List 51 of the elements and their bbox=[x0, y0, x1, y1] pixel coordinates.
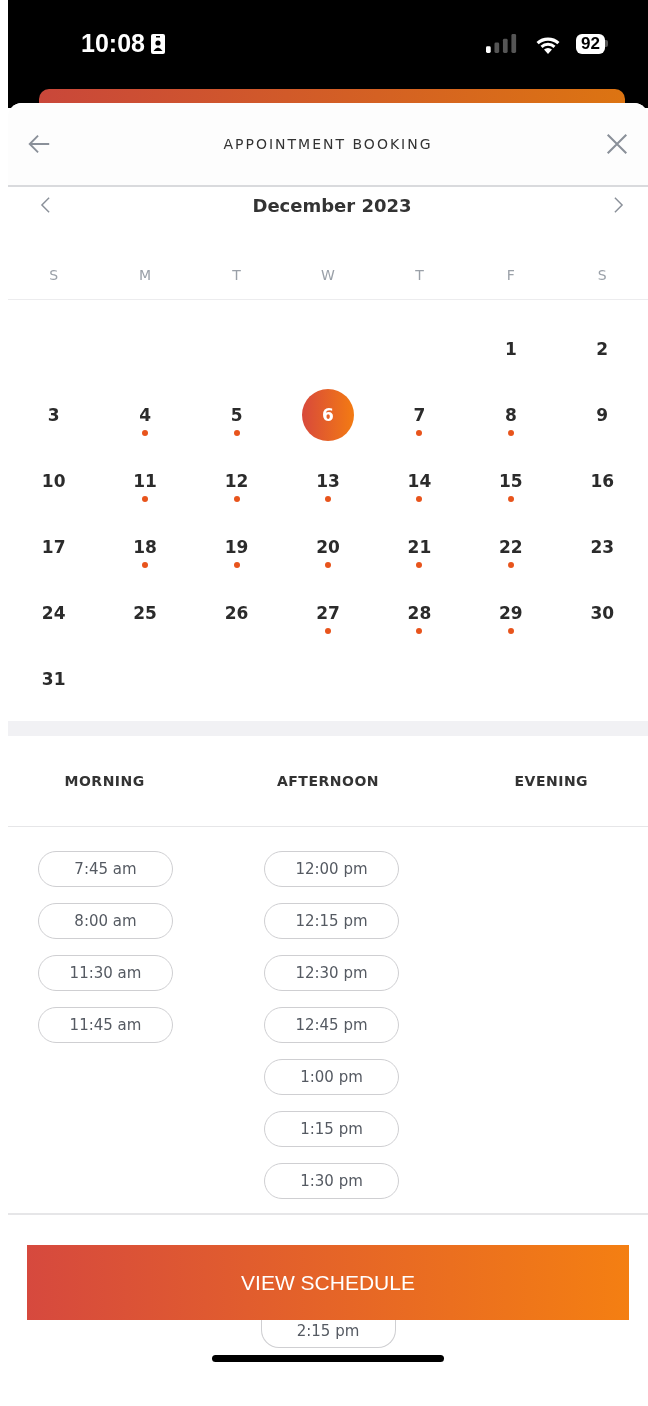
sheet-title: APPOINTMENT BOOKING bbox=[223, 136, 433, 152]
weekday-label: W bbox=[321, 267, 335, 283]
weekday-label: S bbox=[49, 267, 59, 283]
date-cell[interactable]: 11 bbox=[119, 455, 172, 507]
date-cell[interactable]: 27 bbox=[302, 587, 354, 639]
view-schedule-button[interactable]: VIEW SCHEDULE bbox=[27, 1245, 629, 1320]
weekday-label: T bbox=[415, 267, 424, 283]
date-cell[interactable]: 22 bbox=[484, 521, 537, 573]
date-cell[interactable]: 19 bbox=[210, 521, 263, 573]
weekday-label: F bbox=[506, 267, 515, 283]
date-cell[interactable]: 9 bbox=[576, 389, 629, 441]
date-cell[interactable]: 7 bbox=[393, 389, 446, 441]
date-cell[interactable]: 5 bbox=[210, 389, 263, 441]
clock-time: 10:08 bbox=[81, 29, 145, 59]
signal-icon bbox=[486, 34, 519, 54]
id-badge-icon bbox=[150, 33, 165, 54]
month-label: December 2023 bbox=[252, 194, 412, 216]
previous-month-icon[interactable] bbox=[40, 196, 51, 214]
date-cell[interactable]: 4 bbox=[119, 389, 172, 441]
date-cell[interactable]: 18 bbox=[119, 521, 172, 573]
date-cell[interactable]: 25 bbox=[119, 587, 172, 639]
period-tab[interactable]: EVENING bbox=[508, 767, 595, 795]
weekday-label: S bbox=[597, 267, 607, 283]
date-cell[interactable]: 15 bbox=[484, 455, 537, 507]
date-cell[interactable]: 16 bbox=[576, 455, 629, 507]
period-tab[interactable]: MORNING bbox=[58, 767, 151, 795]
time-slot-button[interactable]: 2:15 pm bbox=[260, 1320, 396, 1348]
date-cell[interactable]: 17 bbox=[27, 521, 80, 573]
date-cell[interactable]: 24 bbox=[27, 587, 80, 639]
date-cell[interactable]: 30 bbox=[576, 587, 629, 639]
date-cell[interactable]: 21 bbox=[393, 521, 446, 573]
date-cell[interactable]: 26 bbox=[210, 587, 263, 639]
next-month-icon[interactable] bbox=[613, 196, 624, 214]
date-cell[interactable]: 3 bbox=[27, 389, 80, 441]
date-cell[interactable]: 13 bbox=[302, 455, 354, 507]
date-cell[interactable]: 23 bbox=[576, 521, 629, 573]
period-tab[interactable]: AFTERNOON bbox=[270, 767, 385, 795]
date-cell[interactable]: 20 bbox=[302, 521, 354, 573]
date-cell[interactable]: 8 bbox=[484, 389, 537, 441]
weekday-label: M bbox=[139, 267, 152, 283]
date-cell[interactable]: 1 bbox=[484, 323, 537, 375]
date-cell[interactable]: 31 bbox=[27, 653, 80, 705]
date-cell[interactable]: 14 bbox=[393, 455, 446, 507]
date-cell[interactable]: 10 bbox=[27, 455, 80, 507]
date-cell[interactable]: 29 bbox=[484, 587, 537, 639]
battery-level: 92 bbox=[576, 33, 605, 54]
date-cell[interactable]: 28 bbox=[393, 587, 446, 639]
close-icon[interactable] bbox=[604, 131, 630, 157]
date-cell[interactable]: 2 bbox=[576, 323, 629, 375]
weekday-label: T bbox=[232, 267, 241, 283]
date-cell[interactable]: 12 bbox=[210, 455, 263, 507]
